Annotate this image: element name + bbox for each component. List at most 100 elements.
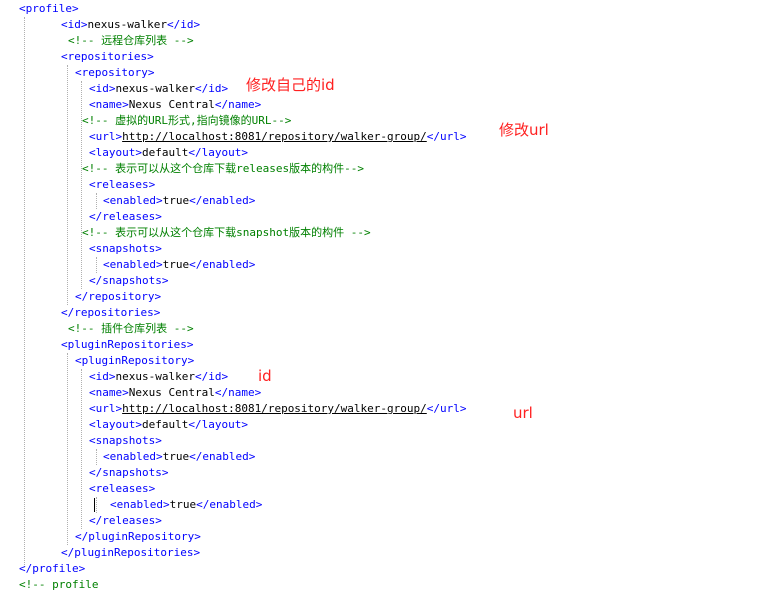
- xml-tag: </snapshots>: [89, 466, 169, 479]
- xml-tag: </releases>: [89, 210, 162, 223]
- url-link[interactable]: http://localhost:8081/repository/walker-…: [122, 130, 427, 143]
- xml-line: <id>nexus-walker</id>: [89, 370, 229, 383]
- code-line: <id>nexus-walker</id>: [61, 17, 200, 33]
- code-line: <releases>: [89, 177, 155, 193]
- xml-tag: </profile>: [19, 562, 86, 575]
- code-line: <name>Nexus Central</name>: [89, 97, 261, 113]
- xml-comment: <!-- 表示可以从这个仓库下载releases版本的构件-->: [82, 162, 364, 175]
- xml-tag: <snapshots>: [89, 242, 162, 255]
- xml-tag: </releases>: [89, 514, 162, 527]
- code-line: <!-- 表示可以从这个仓库下载releases版本的构件-->: [82, 161, 364, 177]
- xml-tag: </repositories>: [61, 306, 161, 319]
- element-value: nexus-walker: [115, 370, 195, 383]
- code-line: <url>http://localhost:8081/repository/wa…: [89, 401, 467, 417]
- code-line: </pluginRepository>: [75, 529, 201, 545]
- indent-guide: [24, 17, 25, 567]
- code-line: </snapshots>: [89, 273, 168, 289]
- element-value: nexus-walker: [87, 18, 167, 31]
- xml-tag: <snapshots>: [89, 434, 162, 447]
- element-value: nexus-walker: [115, 82, 195, 95]
- code-line: <!-- 插件仓库列表 -->: [68, 321, 194, 337]
- code-line: <snapshots>: [89, 433, 162, 449]
- xml-tag: <profile>: [19, 2, 79, 15]
- xml-comment: <!-- 表示可以从这个仓库下载snapshot版本的构件 -->: [82, 226, 371, 239]
- code-line: <repositories>: [61, 49, 154, 65]
- xml-line: <id>nexus-walker</id>: [89, 82, 229, 95]
- xml-tag: </snapshots>: [89, 274, 169, 287]
- xml-tag: </repository>: [75, 290, 162, 303]
- element-value: default: [141, 418, 189, 431]
- code-line: </repositories>: [61, 305, 160, 321]
- code-line: <pluginRepository>: [75, 353, 194, 369]
- xml-line: <layout>default</layout>: [89, 418, 248, 431]
- code-line: <layout>default</layout>: [89, 145, 248, 161]
- code-line: <enabled>true</enabled>: [103, 257, 255, 273]
- indent-guide: [96, 193, 97, 209]
- code-line: <releases>: [89, 481, 155, 497]
- code-line: </repository>: [75, 289, 161, 305]
- code-line: </releases>: [89, 209, 162, 225]
- xml-tag: <repositories>: [61, 50, 154, 63]
- indent-guide: [96, 449, 97, 465]
- annotation-modify-url: 修改url: [499, 121, 549, 139]
- code-line: <id>nexus-walker</id>: [89, 369, 228, 385]
- xml-tag: <releases>: [89, 482, 156, 495]
- element-value: true: [169, 498, 197, 511]
- code-line: </pluginRepositories>: [61, 545, 200, 561]
- code-line: <layout>default</layout>: [89, 417, 248, 433]
- code-editor[interactable]: <profile> <id>nexus-walker</id> <!-- 远程仓…: [0, 0, 782, 594]
- code-line: <snapshots>: [89, 241, 162, 257]
- indent-guide: [96, 497, 97, 513]
- xml-comment: <!-- 虚拟的URL形式,指向镜像的URL-->: [82, 114, 292, 127]
- element-value: true: [162, 258, 190, 271]
- code-line: </snapshots>: [89, 465, 168, 481]
- xml-line: <enabled>true</enabled>: [103, 258, 256, 271]
- code-line: <repository>: [75, 65, 154, 81]
- code-line: <!-- 远程仓库列表 -->: [68, 33, 194, 49]
- annotation-id: id: [258, 367, 272, 385]
- xml-line: <enabled>true</enabled>: [110, 498, 263, 511]
- code-line: <enabled>true</enabled>: [110, 497, 262, 513]
- element-value: default: [141, 146, 189, 159]
- xml-tag: <pluginRepository>: [75, 354, 195, 367]
- code-line: <pluginRepositories>: [61, 337, 193, 353]
- xml-url-line[interactable]: <url>http://localhost:8081/repository/wa…: [89, 402, 467, 415]
- code-line: <profile>: [19, 1, 79, 17]
- text-caret: [94, 498, 95, 512]
- xml-line: <id>nexus-walker</id>: [61, 18, 201, 31]
- xml-url-line[interactable]: <url>http://localhost:8081/repository/wa…: [89, 130, 467, 143]
- xml-comment: <!-- 插件仓库列表 -->: [68, 322, 194, 335]
- code-line: <!-- 表示可以从这个仓库下载snapshot版本的构件 -->: [82, 225, 371, 241]
- xml-tag: </pluginRepository>: [75, 530, 201, 543]
- code-line: </profile>: [19, 561, 85, 577]
- code-line: <id>nexus-walker</id>: [89, 81, 228, 97]
- xml-comment: <!-- profile: [19, 578, 99, 591]
- element-value: true: [162, 450, 190, 463]
- code-line: <!-- 虚拟的URL形式,指向镜像的URL-->: [82, 113, 291, 129]
- indent-guide: [96, 257, 97, 273]
- xml-tag: <releases>: [89, 178, 156, 191]
- element-value: true: [162, 194, 190, 207]
- xml-line: <layout>default</layout>: [89, 146, 248, 159]
- annotation-modify-id: 修改自己的id: [246, 76, 335, 94]
- indent-guide: [81, 369, 82, 529]
- xml-line: <enabled>true</enabled>: [103, 194, 256, 207]
- code-line: <!-- profile: [19, 577, 98, 593]
- code-line: <name>Nexus Central</name>: [89, 385, 261, 401]
- element-value: Nexus Central: [128, 98, 215, 111]
- code-line: </releases>: [89, 513, 162, 529]
- indent-guide: [67, 65, 68, 305]
- code-line: <enabled>true</enabled>: [103, 449, 255, 465]
- xml-line: <name>Nexus Central</name>: [89, 98, 262, 111]
- annotation-url: url: [513, 404, 533, 422]
- xml-line: <enabled>true</enabled>: [103, 450, 256, 463]
- element-value: Nexus Central: [128, 386, 215, 399]
- url-link[interactable]: http://localhost:8081/repository/walker-…: [122, 402, 427, 415]
- xml-tag: <repository>: [75, 66, 155, 79]
- xml-comment: <!-- 远程仓库列表 -->: [68, 34, 194, 47]
- code-line: <enabled>true</enabled>: [103, 193, 255, 209]
- xml-tag: </pluginRepositories>: [61, 546, 201, 559]
- xml-tag: <pluginRepositories>: [61, 338, 194, 351]
- indent-guide: [67, 353, 68, 545]
- code-line: <url>http://localhost:8081/repository/wa…: [89, 129, 467, 145]
